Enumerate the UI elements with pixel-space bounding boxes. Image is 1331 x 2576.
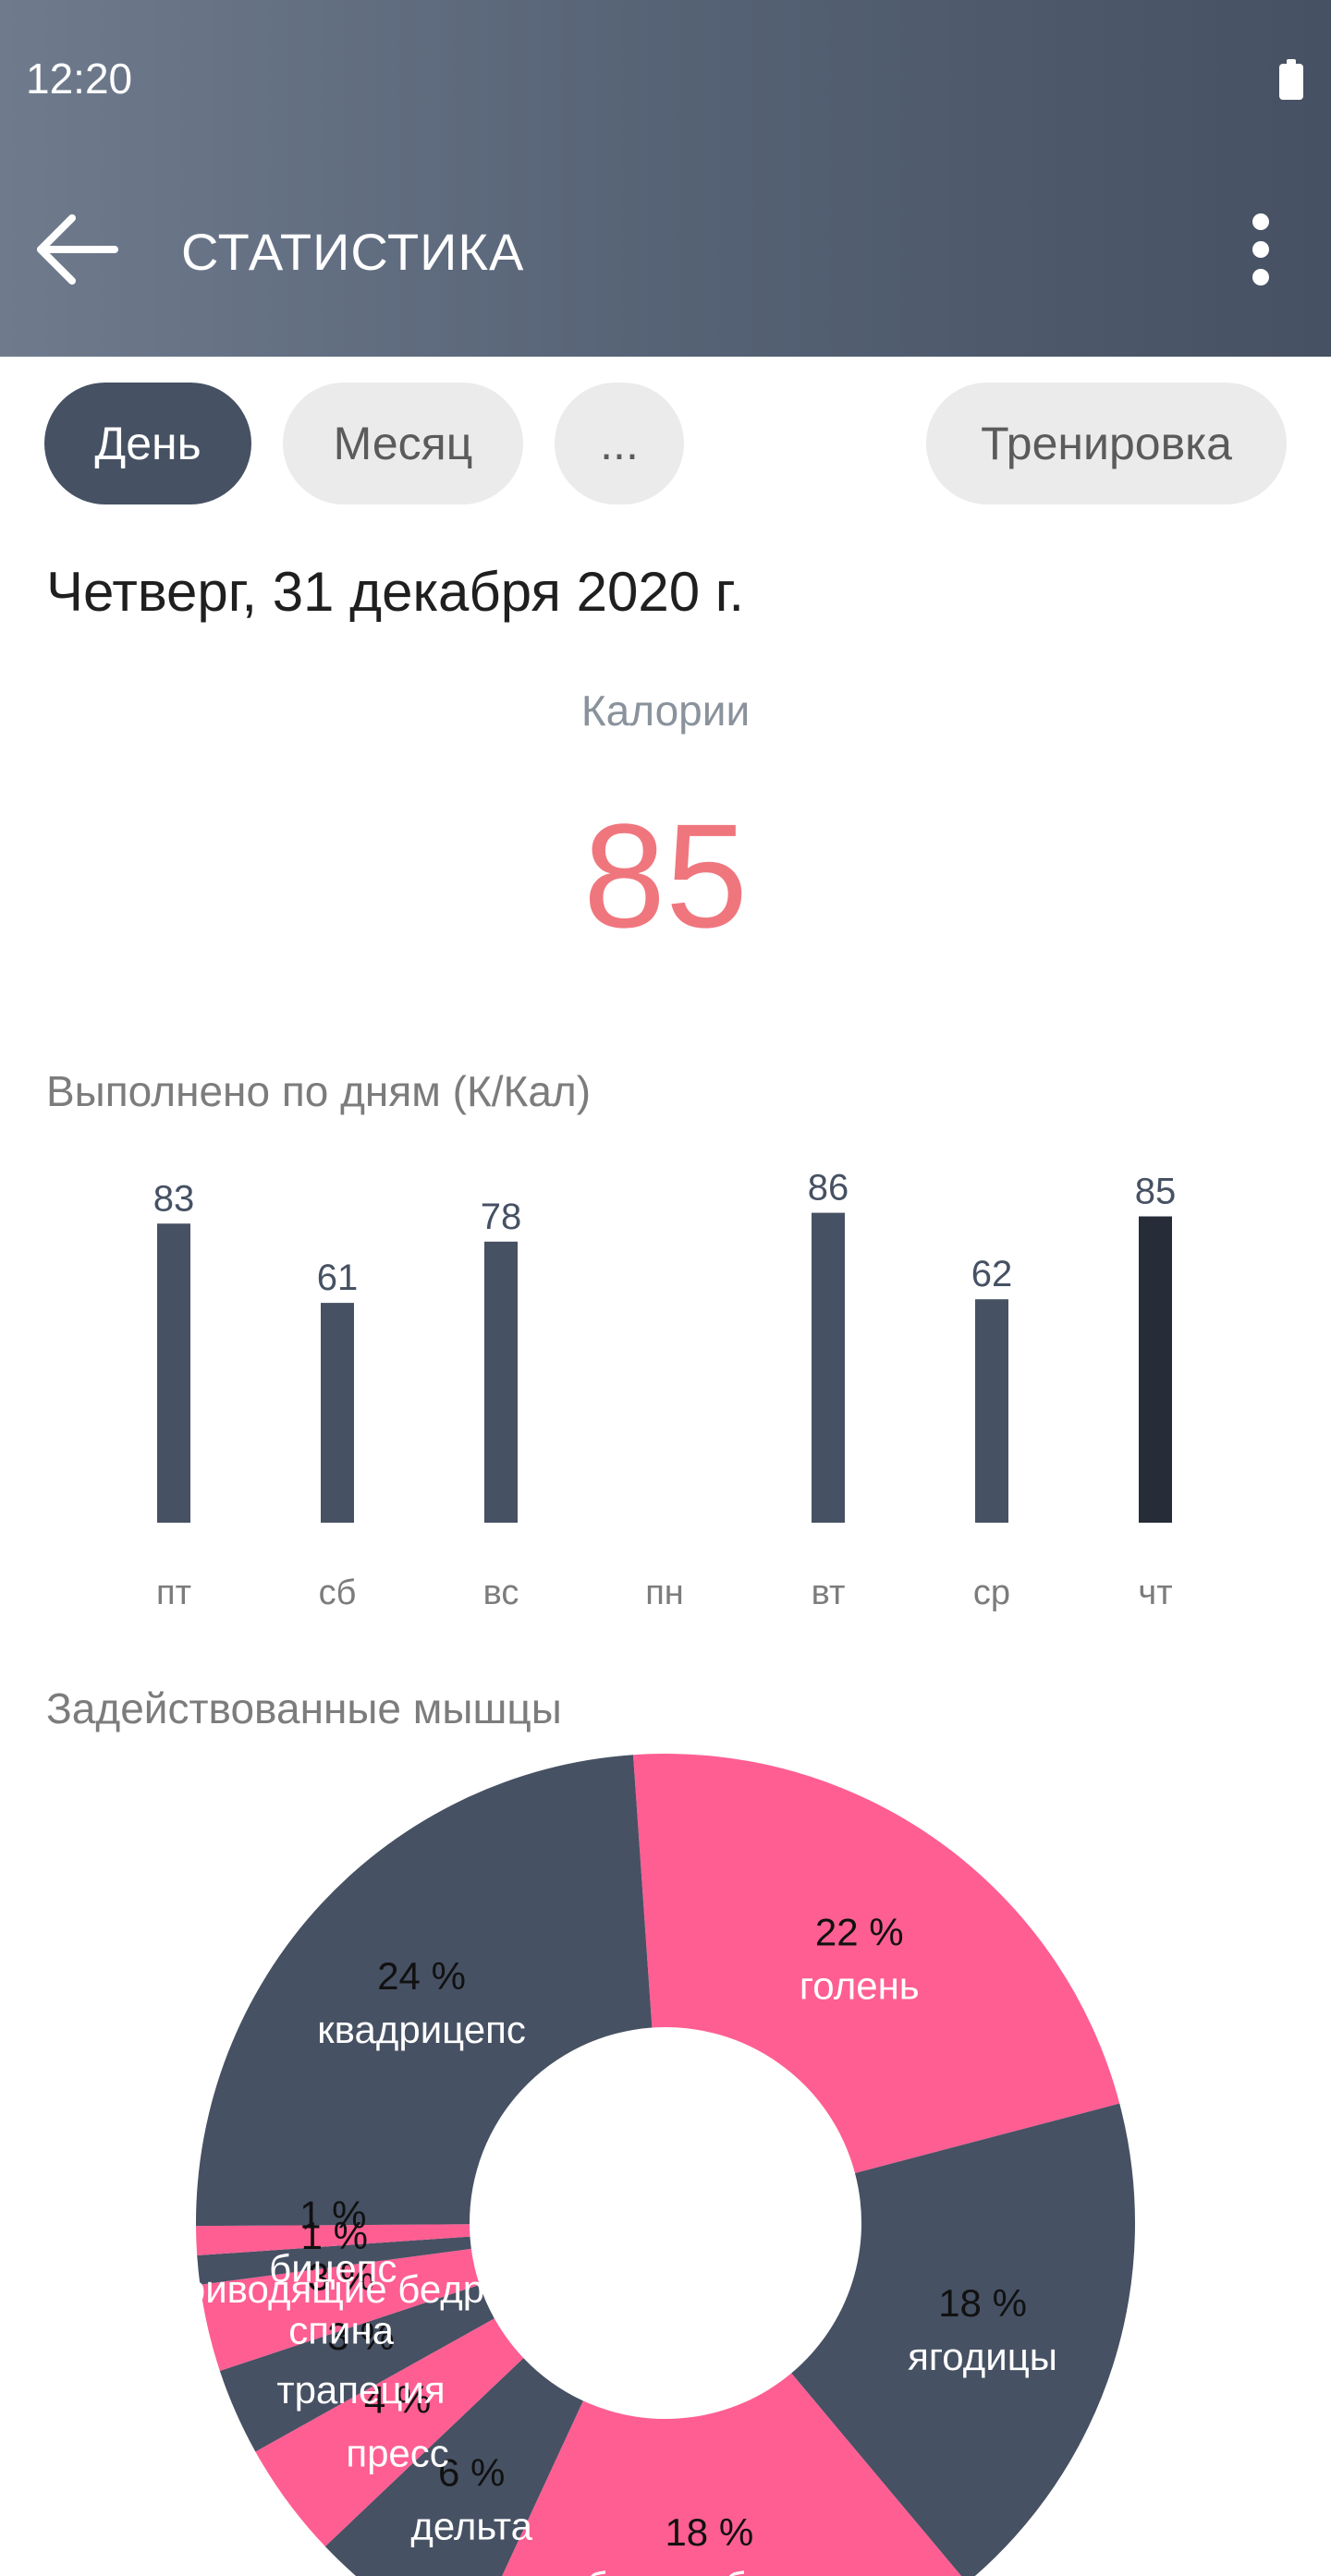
bar-вт	[812, 1212, 845, 1523]
muscles-pie-chart: 22 %голень18 %ягодицы18 %бицепс бедра6 %…	[163, 1754, 1135, 2576]
x-tick-label: пн	[645, 1574, 684, 1612]
slice-percent-label: 18 %	[665, 2510, 753, 2554]
slice-percent-label: 24 %	[377, 1954, 466, 1998]
more-options-button[interactable]	[1235, 211, 1287, 288]
bar-value-label: 61	[317, 1258, 359, 1298]
date-heading: Четверг, 31 декабря 2020 г.	[46, 561, 745, 623]
x-tick-label: ср	[973, 1574, 1010, 1612]
bar-пт	[157, 1223, 190, 1523]
bar-value-label: 78	[481, 1197, 522, 1237]
bar-value-label: 85	[1135, 1172, 1177, 1212]
bar-сб	[321, 1303, 354, 1523]
bar-ср	[975, 1299, 1008, 1523]
x-tick-label: чт	[1138, 1574, 1172, 1612]
x-tick-label: вс	[483, 1574, 519, 1612]
daily-chart-title: Выполнено по дням (К/Кал)	[46, 1067, 592, 1115]
tab-day[interactable]: День	[44, 383, 251, 504]
page-title: СТАТИСТИКА	[181, 223, 525, 281]
bar-value-label: 86	[808, 1168, 849, 1209]
tab-workout[interactable]: Тренировка	[926, 383, 1287, 504]
slice-name-label: пресс	[346, 2431, 448, 2474]
bar-вс	[484, 1241, 518, 1523]
slice-percent-label: 1 %	[299, 2193, 366, 2237]
slice-percent-label: 18 %	[938, 2281, 1027, 2325]
bar-value-label: 83	[153, 1178, 195, 1219]
slice-name-label: ягодицы	[908, 2335, 1057, 2378]
tab-more[interactable]: ...	[555, 383, 684, 504]
slice-name-label: бицепс бедра	[586, 2564, 834, 2576]
app-bar: 12:20 СТАТИСТИКА	[0, 0, 1331, 357]
slice-name-label: квадрицепс	[317, 2008, 526, 2051]
tab-month[interactable]: Месяц	[283, 383, 523, 504]
status-time: 12:20	[26, 55, 133, 103]
calories-label: Калории	[580, 687, 751, 735]
daily-bar-chart: 83 пт 61 сб 78 вс пн 86 вт 62 ср 85 чт	[153, 1168, 1177, 1612]
muscles-chart-title: Задействованные мышцы	[46, 1684, 562, 1732]
x-tick-label: пт	[156, 1574, 191, 1612]
x-tick-label: сб	[319, 1574, 357, 1612]
slice-name-label: трапеция	[276, 2368, 445, 2412]
slice-name-label: спина	[288, 2309, 394, 2352]
slice-name-label: голень	[800, 1963, 920, 2007]
slice-name-label: дельта	[410, 2505, 532, 2548]
x-tick-label: вт	[812, 1574, 846, 1612]
slice-name-label: бицепс	[269, 2247, 397, 2290]
back-button[interactable]	[33, 211, 122, 288]
bar-value-label: 62	[971, 1254, 1013, 1294]
calories-value: 85	[583, 793, 748, 958]
arrow-back-icon	[37, 214, 118, 285]
slice-percent-label: 22 %	[815, 1910, 904, 1953]
bar-чт	[1139, 1216, 1172, 1523]
battery-full-icon	[1279, 59, 1303, 100]
more-vert-icon	[1252, 213, 1269, 286]
